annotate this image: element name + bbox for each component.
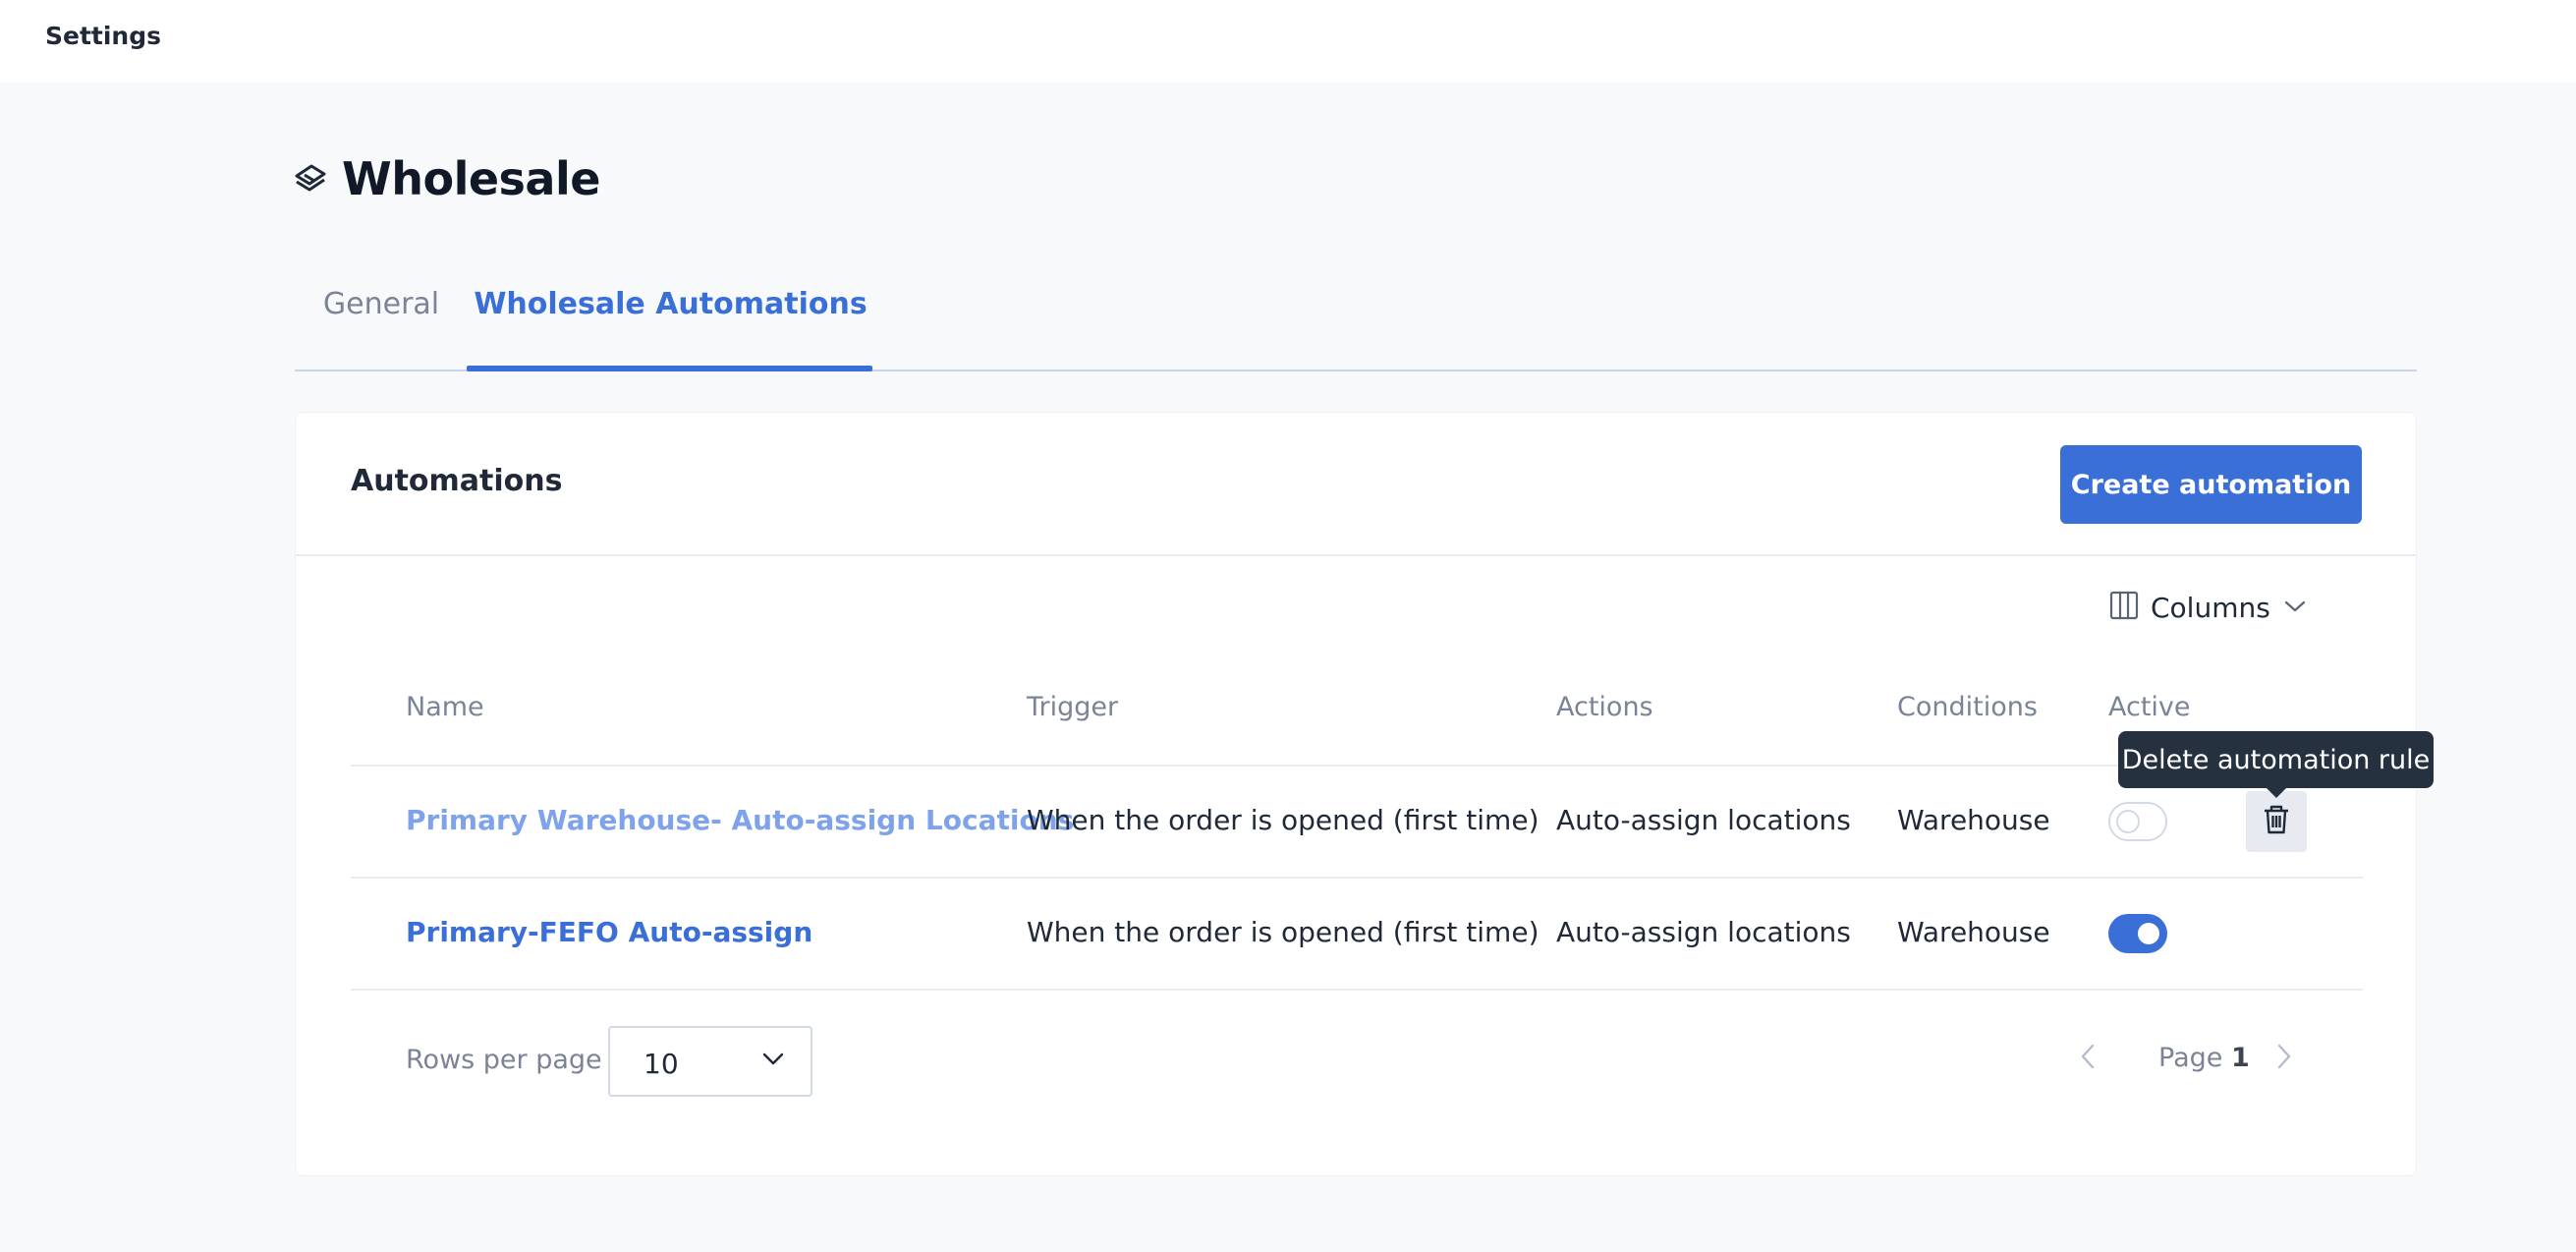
- header-conditions[interactable]: Conditions: [1897, 692, 2038, 722]
- trigger-cell: When the order is opened (first time): [1027, 804, 1540, 836]
- active-toggle[interactable]: [2108, 802, 2167, 841]
- header-trigger[interactable]: Trigger: [1027, 692, 1118, 722]
- columns-label: Columns: [2151, 591, 2270, 624]
- toggle-knob: [2138, 923, 2159, 944]
- card-title: Automations: [351, 464, 563, 498]
- create-automation-button[interactable]: Create automation: [2060, 445, 2362, 524]
- automation-name-link[interactable]: Primary Warehouse- Auto-assign Locations: [406, 804, 1074, 836]
- chevron-down-icon: [761, 1052, 785, 1071]
- page-header: Wholesale: [291, 149, 600, 208]
- active-tab-indicator: [467, 366, 872, 371]
- chevron-left-icon: [2080, 1044, 2096, 1074]
- delete-tooltip: Delete automation rule: [2118, 731, 2434, 798]
- top-bar: Settings: [0, 0, 2576, 83]
- tab-general[interactable]: General: [323, 287, 439, 371]
- actions-cell: Auto-assign locations: [1556, 916, 1851, 948]
- delete-automation-button[interactable]: [2246, 791, 2307, 852]
- actions-cell: Auto-assign locations: [1556, 804, 1851, 836]
- chevron-down-icon: [2284, 598, 2306, 617]
- conditions-cell: Warehouse: [1897, 804, 2050, 836]
- columns-button[interactable]: Columns: [2109, 588, 2306, 627]
- automation-name-link[interactable]: Primary-FEFO Auto-assign: [406, 916, 812, 948]
- table-footer: Rows per page 10 Page 1: [351, 1021, 2363, 1110]
- page-title: Wholesale: [342, 152, 600, 205]
- rows-per-page-select[interactable]: 10: [608, 1026, 812, 1097]
- conditions-cell: Warehouse: [1897, 916, 2050, 948]
- stacked-layers-icon: [291, 159, 330, 199]
- previous-page-button[interactable]: [2080, 1043, 2096, 1074]
- trash-icon: [2263, 804, 2290, 839]
- rows-per-page-value: 10: [644, 1048, 679, 1080]
- header-actions[interactable]: Actions: [1556, 692, 1653, 722]
- columns-icon: [2109, 591, 2139, 624]
- header-name[interactable]: Name: [406, 692, 484, 722]
- table-row: Primary Warehouse- Auto-assign Locations…: [351, 767, 2363, 879]
- automations-card: Automations Create automation Columns Na…: [295, 412, 2417, 1176]
- page-indicator: Page 1: [2158, 1043, 2250, 1073]
- tab-bar: General Wholesale Automations: [295, 277, 2417, 371]
- header-active[interactable]: Active: [2108, 692, 2191, 722]
- table-header: Name Trigger Actions Conditions Active: [351, 678, 2363, 767]
- card-header: Automations Create automation: [296, 413, 2416, 556]
- next-page-button[interactable]: [2276, 1043, 2292, 1074]
- tab-wholesale-automations[interactable]: Wholesale Automations: [468, 287, 873, 371]
- trigger-cell: When the order is opened (first time): [1027, 916, 1540, 948]
- automations-table: Name Trigger Actions Conditions Active P…: [351, 678, 2363, 991]
- topbar-title: Settings: [45, 22, 162, 50]
- page-label: Page: [2158, 1043, 2223, 1073]
- chevron-right-icon: [2276, 1044, 2292, 1074]
- page-number: 1: [2230, 1043, 2250, 1073]
- rows-per-page-label: Rows per page: [406, 1045, 602, 1075]
- table-row: Primary-FEFO Auto-assign When the order …: [351, 879, 2363, 991]
- toggle-knob: [2116, 810, 2140, 833]
- active-toggle[interactable]: [2108, 914, 2167, 953]
